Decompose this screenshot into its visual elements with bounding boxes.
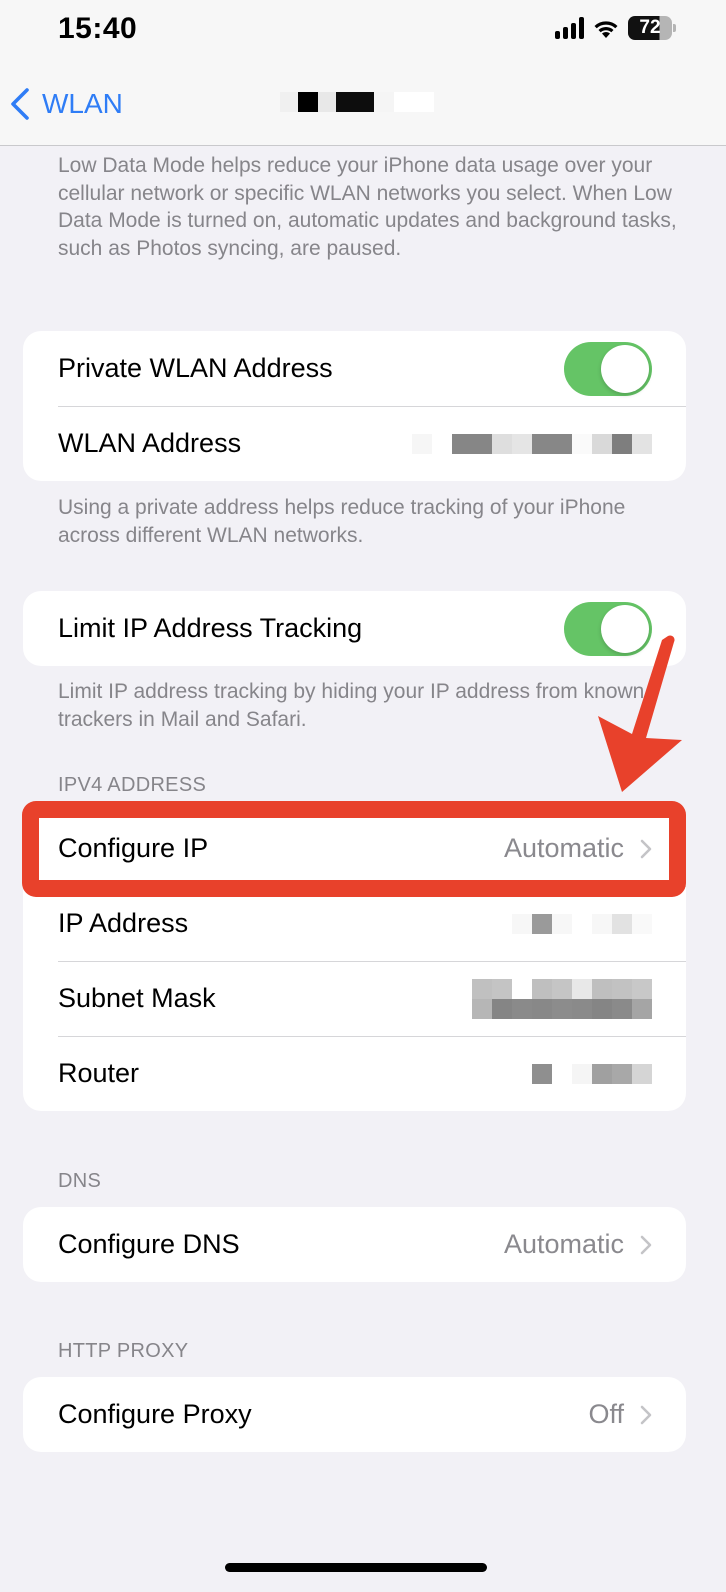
network-name-redacted [280,92,434,112]
battery-percent: 72 [628,16,672,40]
back-button[interactable]: WLAN [10,88,123,120]
dns-section-header: DNS [58,1170,102,1192]
http-proxy-section-header: HTTP PROXY [58,1340,189,1362]
configure-ip-value: Automatic [503,833,624,863]
chevron-right-icon [640,1405,652,1424]
router-value-redacted [532,1063,652,1084]
ipv4-group: Configure IP Automatic IP Address Subnet… [23,811,686,1111]
status-bar: 15:40 72 [0,0,726,60]
row-label: WLAN Address [58,428,242,458]
configure-ip-row[interactable]: Configure IP Automatic [23,811,686,886]
signal-icon [555,17,584,39]
home-indicator[interactable] [225,1563,487,1572]
wlan-address-row: WLAN Address [23,406,686,481]
row-label: Limit IP Address Tracking [58,613,363,643]
row-label: Private WLAN Address [58,353,333,383]
row-label: Configure Proxy [58,1399,252,1429]
private-address-description: Using a private address helps reduce tra… [58,496,626,547]
proxy-group: Configure Proxy Off [23,1377,686,1452]
configure-proxy-row[interactable]: Configure Proxy Off [23,1377,686,1452]
router-row: Router [23,1036,686,1111]
configure-dns-row[interactable]: Configure DNS Automatic [23,1207,686,1282]
row-label: IP Address [58,908,189,938]
chevron-right-icon [640,839,652,858]
wifi-icon [594,21,618,38]
subnet-mask-value-redacted [472,978,652,1019]
row-label: Router [58,1058,140,1088]
private-address-group: Private WLAN Address WLAN Address [23,331,686,481]
back-label: WLAN [42,88,123,119]
row-label: Configure DNS [58,1229,240,1259]
navigation-bar: WLAN [0,60,726,146]
subnet-mask-row: Subnet Mask [23,961,686,1036]
status-icons: 72 [555,16,676,40]
battery-icon: 72 [628,16,676,40]
wlan-address-value-redacted [412,433,652,454]
ip-address-value-redacted [512,913,652,934]
dns-group: Configure DNS Automatic [23,1207,686,1282]
configure-dns-value: Automatic [503,1229,624,1259]
ipv4-section-header: IPV4 ADDRESS [58,774,207,796]
red-arrow-annotation-icon [598,635,682,792]
private-wlan-address-toggle[interactable] [564,341,652,396]
chevron-right-icon [640,1235,652,1254]
private-wlan-address-row: Private WLAN Address [23,331,686,406]
status-time: 15:40 [58,12,138,45]
row-label: Subnet Mask [58,983,216,1013]
chevron-left-icon [11,88,29,120]
row-label: Configure IP [58,833,209,863]
configure-proxy-value: Off [588,1399,624,1429]
low-data-mode-description: Low Data Mode helps reduce your iPhone d… [58,154,677,260]
ip-address-row: IP Address [23,886,686,961]
